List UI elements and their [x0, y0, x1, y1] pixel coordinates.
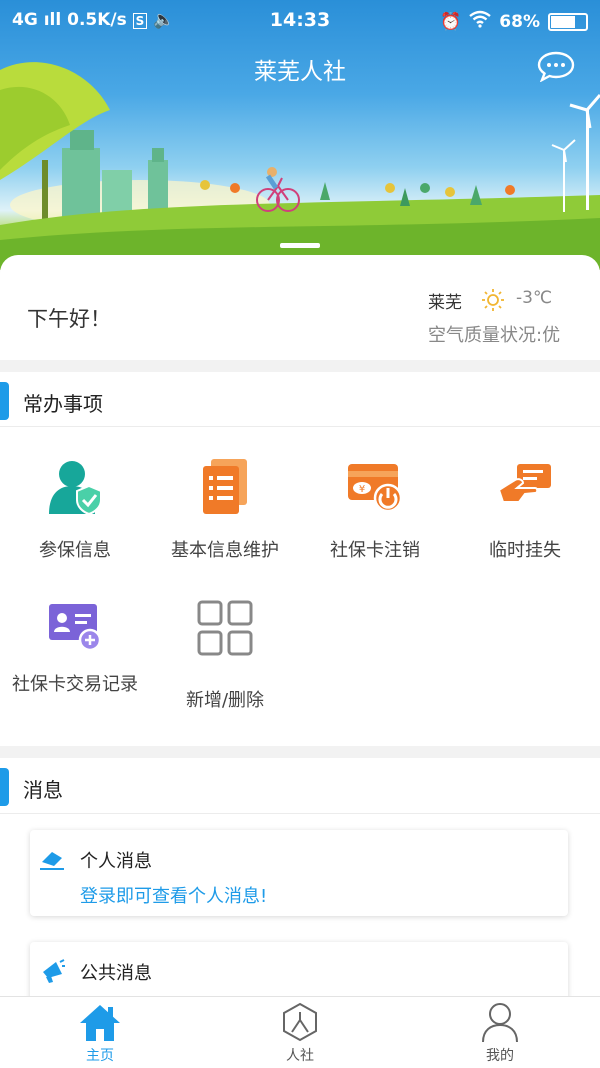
tile-label: 社保卡交易记录: [12, 674, 138, 695]
chat-bubble-icon: [537, 51, 575, 83]
tile-label: 社保卡注销: [330, 540, 420, 561]
user-shield-icon: [49, 461, 102, 516]
tab-social-security[interactable]: 人社: [200, 997, 400, 1068]
city-landscape-illustration: [0, 62, 600, 270]
weather-city: 莱芜: [428, 293, 462, 313]
app-title: 莱芜人社: [254, 59, 346, 85]
personal-message-title: 个人消息: [80, 851, 152, 872]
service-tile-basic-info[interactable]: 基本信息维护: [150, 456, 300, 563]
personal-message-hint[interactable]: 登录即可查看个人消息!: [80, 882, 267, 908]
air-quality: 空气质量状况:优: [428, 325, 561, 346]
grid-icon: [197, 600, 253, 656]
header-banner[interactable]: 4G ıll 0.5K/s S 🔈 14:33 ⏰ 68% 莱芜人社: [0, 0, 600, 270]
section-accent-bar: [0, 768, 9, 806]
user-icon: [482, 1003, 518, 1043]
message-button[interactable]: [536, 50, 576, 83]
messages-section: 消息 个人消息 登录即可查看个人消息! 公共消息: [0, 758, 600, 1002]
tile-label: 基本信息维护: [171, 540, 279, 561]
tile-label: 参保信息: [39, 540, 111, 561]
hexagon-person-icon: [283, 1002, 317, 1042]
id-card-add-icon: [49, 604, 102, 652]
megaphone-icon: [43, 959, 65, 983]
svg-text:¥: ¥: [359, 484, 365, 495]
hand-card-icon: [497, 464, 551, 503]
public-message-card[interactable]: 公共消息: [30, 942, 568, 1002]
public-message-title: 公共消息: [80, 963, 152, 984]
tab-label: 主页: [86, 1048, 114, 1064]
sun-icon: [482, 289, 504, 311]
common-services-section: 常办事项 参保信息 基本信息维护 ¥ 社保卡注销 临时挂失 社保卡交易记录 新增…: [0, 372, 600, 746]
tab-mine[interactable]: 我的: [400, 997, 600, 1068]
service-tile-report-loss[interactable]: 临时挂失: [450, 456, 600, 563]
service-tile-edit[interactable]: 新增/删除: [150, 598, 300, 713]
eraser-icon: [40, 852, 64, 870]
alarm-icon: ⏰: [440, 11, 462, 32]
tab-label: 我的: [486, 1048, 514, 1064]
status-bar: 4G ıll 0.5K/s S 🔈 14:33 ⏰ 68%: [0, 0, 600, 40]
service-tile-transactions[interactable]: 社保卡交易记录: [0, 598, 150, 697]
tile-label: 新增/删除: [185, 690, 265, 711]
system-indicators: ⏰ 68%: [440, 10, 588, 33]
card-power-icon: ¥: [348, 464, 403, 513]
service-tile-insurance-info[interactable]: 参保信息: [0, 456, 150, 563]
personal-message-card[interactable]: 个人消息 登录即可查看个人消息!: [30, 830, 568, 916]
battery-icon: [548, 12, 588, 31]
section-accent-bar: [0, 382, 9, 420]
home-icon: [80, 1005, 120, 1041]
tab-label: 人社: [286, 1048, 314, 1064]
greeting-text: 下午好！: [27, 307, 111, 331]
document-list-icon: [203, 459, 247, 514]
service-tile-card-cancel[interactable]: ¥ 社保卡注销: [300, 456, 450, 563]
bottom-tab-bar: 主页 人社 我的: [0, 996, 600, 1068]
tab-home[interactable]: 主页: [0, 997, 200, 1068]
tile-label: 临时挂失: [489, 540, 561, 561]
divider: [0, 813, 600, 814]
section-title: 常办事项: [23, 392, 103, 416]
carousel-indicator: [280, 243, 320, 248]
temperature: -3℃: [516, 288, 553, 308]
wifi-icon: [469, 10, 492, 33]
greeting-card: 下午好！ 莱芜 -3℃ 空气质量状况:优: [0, 255, 600, 360]
divider: [0, 426, 600, 427]
section-title: 消息: [23, 778, 63, 802]
battery-percent: 68%: [499, 11, 540, 32]
